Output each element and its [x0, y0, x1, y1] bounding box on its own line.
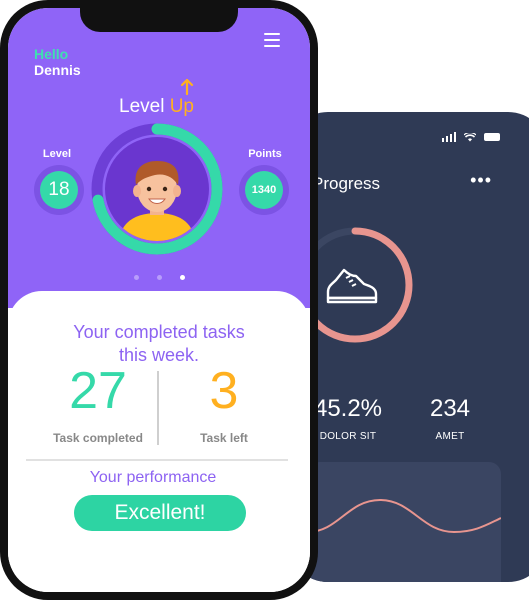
tasks-completed-label: Task completed: [53, 431, 143, 445]
greeting-hello: Hello: [34, 46, 69, 62]
level-up-text: Level: [119, 96, 170, 117]
stat-dolor-sit: 45.2% DOLOR SIT: [308, 395, 388, 442]
points-badge: 1340: [239, 165, 289, 215]
progress-phone: Progress ••• 45.2% DOLOR SIT 234 AMET: [288, 112, 529, 582]
signal-icon: [442, 132, 456, 142]
tasks-card: Your completed tasks this week. 27 3 Tas…: [8, 291, 310, 592]
greeting: Hello Dennis: [34, 46, 81, 78]
level-up-title: Level Up: [119, 96, 194, 118]
tasks-left-label: Task left: [200, 431, 248, 445]
stat-amet: 234 AMET: [418, 395, 482, 442]
phone-screen: Hello Dennis Level Up Level 18 Points 13…: [8, 8, 310, 592]
points-value: 1340: [245, 171, 283, 209]
level-badge: 18: [34, 165, 84, 215]
activity-card: [308, 462, 501, 582]
level-label: Level: [42, 148, 72, 160]
page-dot[interactable]: [134, 275, 139, 280]
battery-icon: [484, 133, 500, 141]
horizontal-divider: [26, 459, 288, 461]
tasks-phone: Hello Dennis Level Up Level 18 Points 13…: [0, 0, 318, 600]
page-dot-active[interactable]: [180, 275, 185, 280]
stat-label: AMET: [435, 431, 465, 442]
level-up-highlight: Up: [169, 96, 194, 117]
menu-icon[interactable]: [264, 33, 280, 47]
level-value: 18: [40, 171, 78, 209]
greeting-name: Dennis: [34, 62, 81, 78]
shoe-icon: [326, 268, 378, 304]
points-label: Points: [248, 148, 282, 160]
tasks-completed-value: 27: [69, 362, 127, 420]
tasks-title-line-1: Your completed tasks: [73, 322, 245, 342]
phone-notch: [80, 8, 238, 32]
activity-wave: [308, 498, 501, 534]
performance-label: Your performance: [89, 469, 217, 486]
stat-value: 234: [429, 395, 471, 422]
performance-button[interactable]: Excellent!: [74, 495, 246, 531]
progress-title: Progress: [312, 174, 381, 193]
stat-label: DOLOR SIT: [319, 431, 377, 442]
status-bar: [442, 132, 500, 142]
page-dot[interactable]: [157, 275, 162, 280]
wifi-icon: [464, 132, 476, 141]
avatar[interactable]: [105, 137, 209, 241]
page-indicator: [134, 275, 185, 280]
tasks-left-value: 3: [209, 362, 239, 420]
profile-header: Hello Dennis Level Up Level 18 Points 13…: [8, 8, 310, 308]
stat-value: 45.2%: [313, 395, 383, 422]
more-icon[interactable]: •••: [470, 170, 492, 191]
arrow-up-icon: [180, 78, 194, 96]
